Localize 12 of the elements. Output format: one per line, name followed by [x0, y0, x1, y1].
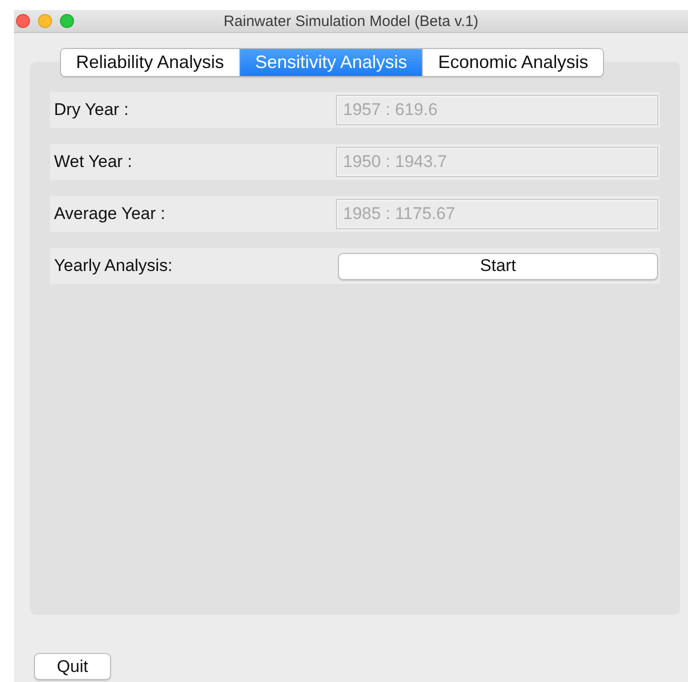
- start-button[interactable]: Start: [338, 252, 658, 280]
- tab[interactable]: Economic Analysis: [422, 49, 604, 76]
- minimize-button[interactable]: [38, 14, 52, 28]
- quit-button[interactable]: Quit: [34, 653, 111, 680]
- row-label: Yearly Analysis:: [54, 256, 174, 276]
- zoom-button[interactable]: [60, 14, 74, 28]
- close-button[interactable]: [16, 14, 30, 28]
- row-label: Average Year :: [54, 204, 166, 224]
- tab[interactable]: Reliability Analysis: [61, 49, 240, 76]
- row-label: Wet Year :: [54, 152, 134, 172]
- row-label: Dry Year :: [54, 100, 130, 120]
- window-title: Rainwater Simulation Model (Beta v.1): [224, 12, 478, 30]
